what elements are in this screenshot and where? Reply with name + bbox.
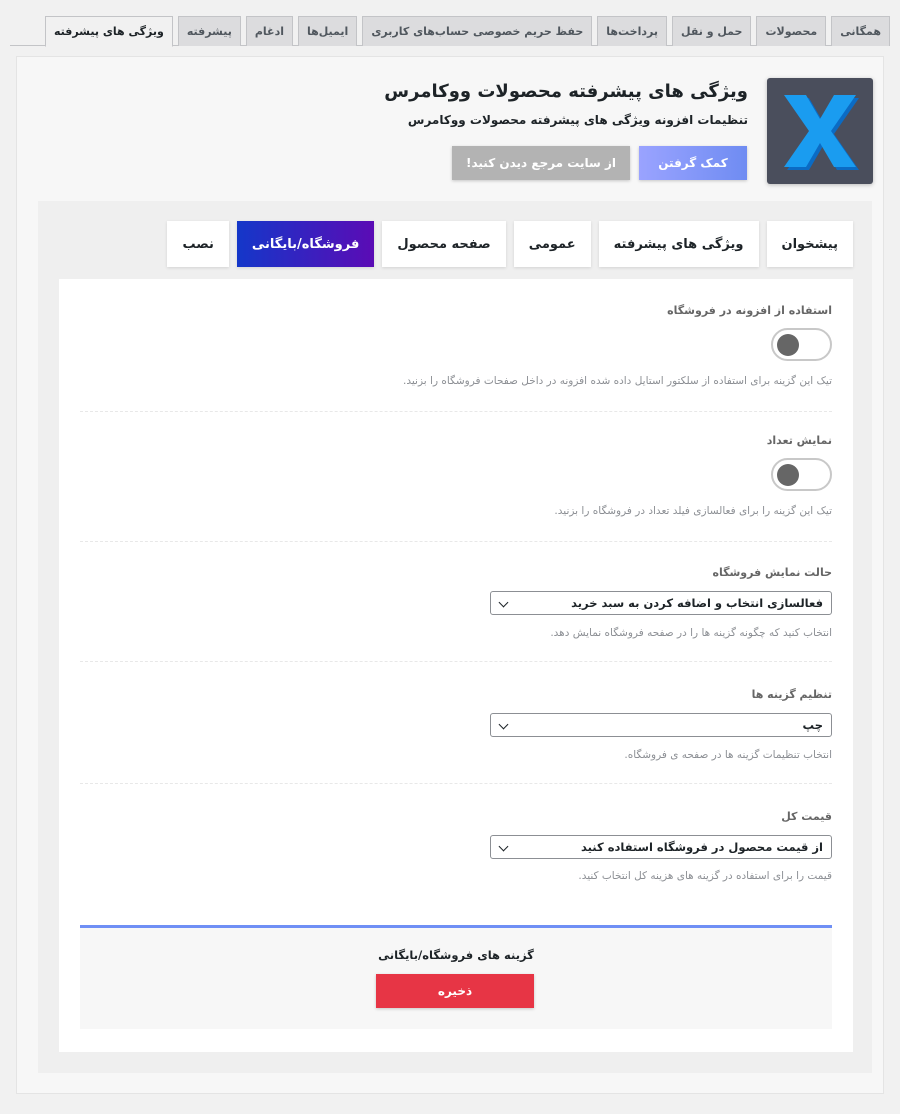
select-value: فعالسازی انتخاب و اضافه کردن به سبد خرید [571,596,823,610]
field-total-price: قیمت کل از قیمت محصول در فروشگاه استفاده… [80,810,832,898]
toggle-knob [777,334,799,356]
save-section-label: گزینه های فروشگاه/بایگانی [378,948,534,962]
tab-shop-archive[interactable]: فروشگاه/بایگانی [236,221,375,267]
tab-advanced-features[interactable]: ویژگی های پیشرفته [598,221,759,267]
field-description: تیک این گزینه را برای فعالسازی فیلد تعدا… [554,505,832,517]
select-value: از قیمت محصول در فروشگاه استفاده کنید [580,840,823,854]
total-price-select[interactable]: از قیمت محصول در فروشگاه استفاده کنید [490,835,832,859]
field-label: استفاده از افزونه در فروشگاه [667,304,832,317]
plugin-subtitle: تنظیمات افزونه ویژگی های پیشرفته محصولات… [407,113,748,127]
field-label: قیمت کل [781,810,832,823]
woocommerce-settings-tabs: همگانی محصولات حمل و نقل پرداخت‌ها حفظ ح… [10,16,890,47]
save-section: گزینه های فروشگاه/بایگانی ذخیره [80,925,832,1029]
section-tabs: پیشخوان ویژگی های پیشرفته عمومی صفحه محص… [167,221,853,267]
shop-display-mode-select[interactable]: فعالسازی انتخاب و اضافه کردن به سبد خرید [490,591,832,615]
field-description: انتخاب تنظیمات گزینه ها در صفحه ی فروشگا… [624,749,832,761]
field-label: نمایش تعداد [766,434,832,447]
plugin-logo [767,78,873,184]
wc-tab-advanced[interactable]: پیشرفته [177,16,241,46]
field-shop-display-mode: حالت نمایش فروشگاه فعالسازی انتخاب و اضا… [80,566,832,662]
plugin-title: ویژگی های پیشرفته محصولات ووکامرس [384,81,748,102]
toggle-knob [777,464,799,486]
settings-panel: استفاده از افزونه در فروشگاه تیک این گزی… [59,279,853,1052]
field-label: حالت نمایش فروشگاه [712,566,832,579]
field-description: انتخاب کنید که چگونه گزینه ها را در صفحه… [550,627,832,639]
help-button[interactable]: کمک گرفتن [639,146,747,180]
wc-tab-emails[interactable]: ایمیل‌ها [297,16,358,46]
chevron-down-icon [498,841,509,852]
tab-general[interactable]: عمومی [513,221,591,267]
field-options-alignment: تنظیم گزینه ها چپ انتخاب تنظیمات گزینه ه… [80,688,832,784]
field-description: قیمت را برای استفاده در گزینه های هزینه … [578,870,832,882]
tab-product-page[interactable]: صفحه محصول [382,221,506,267]
wc-tab-products[interactable]: محصولات [756,16,827,46]
save-button[interactable]: ذخیره [376,974,534,1008]
wc-tab-privacy[interactable]: حفظ حریم خصوصی حساب‌های کاربری [362,16,593,46]
field-description: تیک این گزینه برای استفاده از سلکتور است… [403,375,832,387]
wc-tab-integration[interactable]: ادغام [245,16,293,46]
field-label: تنظیم گزینه ها [751,688,832,701]
x-logo-icon [784,95,859,170]
wc-tab-general[interactable]: همگانی [831,16,890,46]
wc-tab-advanced-features[interactable]: ویژگی های پیشرفته [44,16,173,47]
tab-install[interactable]: نصب [167,221,229,267]
wc-tab-payments[interactable]: پرداخت‌ها [597,16,667,46]
options-alignment-select[interactable]: چپ [490,713,832,737]
field-show-quantity: نمایش تعداد تیک این گزینه را برای فعالسا… [80,434,832,542]
use-in-shop-toggle[interactable] [771,328,832,361]
show-quantity-toggle[interactable] [771,458,832,491]
plugin-settings-container: ویژگی های پیشرفته محصولات ووکامرس تنظیما… [16,56,884,1094]
chevron-down-icon [498,719,509,730]
visit-reference-site-button[interactable]: از سایت مرجع دیدن کنید! [452,146,630,180]
tab-dashboard[interactable]: پیشخوان [766,221,853,267]
wc-tab-shipping[interactable]: حمل و نقل [672,16,752,46]
chevron-down-icon [498,597,509,608]
field-use-in-shop: استفاده از افزونه در فروشگاه تیک این گزی… [80,304,832,412]
select-value: چپ [802,718,823,732]
settings-inner-area: پیشخوان ویژگی های پیشرفته عمومی صفحه محص… [38,201,872,1073]
